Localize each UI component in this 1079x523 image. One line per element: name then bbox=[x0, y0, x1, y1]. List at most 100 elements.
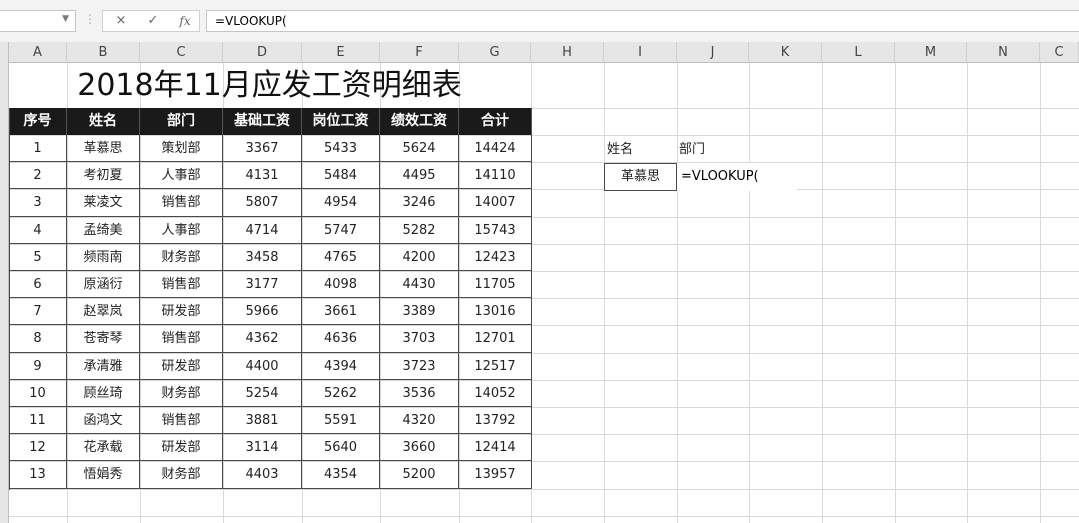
table-cell[interactable]: 7 bbox=[9, 298, 67, 326]
table-cell[interactable]: 顾丝琦 bbox=[67, 379, 140, 407]
table-header-cell[interactable]: 合计 bbox=[459, 108, 532, 135]
table-cell[interactable]: 13792 bbox=[459, 407, 532, 435]
table-cell[interactable]: 14052 bbox=[459, 379, 532, 407]
table-cell[interactable]: 13016 bbox=[459, 298, 532, 326]
table-header-cell[interactable]: 绩效工资 bbox=[380, 108, 459, 135]
table-cell[interactable]: 频雨南 bbox=[67, 243, 140, 271]
table-cell[interactable]: 3367 bbox=[223, 135, 302, 163]
table-cell[interactable]: 3723 bbox=[380, 352, 459, 380]
table-header-cell[interactable]: 序号 bbox=[9, 108, 67, 135]
table-cell[interactable]: 5591 bbox=[302, 407, 380, 435]
table-cell[interactable]: 研发部 bbox=[140, 298, 223, 326]
table-cell[interactable]: 4131 bbox=[223, 162, 302, 190]
table-cell[interactable]: 财务部 bbox=[140, 243, 223, 271]
table-cell[interactable]: 12 bbox=[9, 434, 67, 462]
table-cell[interactable]: 销售部 bbox=[140, 189, 223, 217]
table-cell[interactable]: 4714 bbox=[223, 216, 302, 244]
table-cell[interactable]: 12423 bbox=[459, 243, 532, 271]
table-header-cell[interactable]: 部门 bbox=[140, 108, 223, 135]
table-cell[interactable]: 4430 bbox=[380, 271, 459, 299]
table-cell[interactable]: 4354 bbox=[302, 461, 380, 489]
table-cell[interactable]: 4394 bbox=[302, 352, 380, 380]
table-cell[interactable]: 5640 bbox=[302, 434, 380, 462]
table-cell[interactable]: 销售部 bbox=[140, 325, 223, 353]
table-header-cell[interactable]: 岗位工资 bbox=[302, 108, 380, 135]
table-cell[interactable]: 12701 bbox=[459, 325, 532, 353]
table-cell[interactable]: 14007 bbox=[459, 189, 532, 217]
lookup-dept-label[interactable]: 部门 bbox=[676, 136, 748, 163]
table-cell[interactable]: 3536 bbox=[380, 379, 459, 407]
table-cell[interactable]: 5484 bbox=[302, 162, 380, 190]
table-header-cell[interactable]: 基础工资 bbox=[223, 108, 302, 135]
table-cell[interactable]: 莱凌文 bbox=[67, 189, 140, 217]
table-cell[interactable]: 4 bbox=[9, 216, 67, 244]
table-cell[interactable]: 4495 bbox=[380, 162, 459, 190]
table-cell[interactable]: 3703 bbox=[380, 325, 459, 353]
table-cell[interactable]: 赵翠岚 bbox=[67, 298, 140, 326]
table-cell[interactable]: 8 bbox=[9, 325, 67, 353]
lookup-formula-cell[interactable]: =VLOOKUP( bbox=[677, 163, 797, 191]
table-cell[interactable]: 5966 bbox=[223, 298, 302, 326]
table-cell[interactable]: 4362 bbox=[223, 325, 302, 353]
table-cell[interactable]: 函鸿文 bbox=[67, 407, 140, 435]
table-cell[interactable]: 孟绮美 bbox=[67, 216, 140, 244]
table-cell[interactable]: 3881 bbox=[223, 407, 302, 435]
table-cell[interactable]: 6 bbox=[9, 271, 67, 299]
table-cell[interactable]: 3177 bbox=[223, 271, 302, 299]
table-cell[interactable]: 研发部 bbox=[140, 434, 223, 462]
table-cell[interactable]: 5433 bbox=[302, 135, 380, 163]
table-cell[interactable]: 5282 bbox=[380, 216, 459, 244]
table-cell[interactable]: 4765 bbox=[302, 243, 380, 271]
table-cell[interactable]: 11 bbox=[9, 407, 67, 435]
table-cell[interactable]: 3660 bbox=[380, 434, 459, 462]
lookup-name-value[interactable]: 革慕思 bbox=[604, 163, 677, 191]
table-cell[interactable]: 3 bbox=[9, 189, 67, 217]
table-cell[interactable]: 考初夏 bbox=[67, 162, 140, 190]
table-cell[interactable]: 14424 bbox=[459, 135, 532, 163]
table-cell[interactable]: 5200 bbox=[380, 461, 459, 489]
table-cell[interactable]: 4200 bbox=[380, 243, 459, 271]
table-cell[interactable]: 5624 bbox=[380, 135, 459, 163]
sheet-title[interactable]: 2018年11月应发工资明细表 bbox=[9, 63, 530, 108]
table-cell[interactable]: 4954 bbox=[302, 189, 380, 217]
table-cell[interactable]: 5254 bbox=[223, 379, 302, 407]
table-cell[interactable]: 革慕思 bbox=[67, 135, 140, 163]
table-cell[interactable]: 5747 bbox=[302, 216, 380, 244]
table-cell[interactable]: 承清雅 bbox=[67, 352, 140, 380]
table-header-cell[interactable]: 姓名 bbox=[67, 108, 140, 135]
table-cell[interactable]: 5 bbox=[9, 243, 67, 271]
table-cell[interactable]: 15743 bbox=[459, 216, 532, 244]
table-cell[interactable]: 人事部 bbox=[140, 216, 223, 244]
table-cell[interactable]: 财务部 bbox=[140, 461, 223, 489]
table-cell[interactable]: 10 bbox=[9, 379, 67, 407]
table-cell[interactable]: 3246 bbox=[380, 189, 459, 217]
table-cell[interactable]: 12414 bbox=[459, 434, 532, 462]
table-cell[interactable]: 策划部 bbox=[140, 135, 223, 163]
table-cell[interactable]: 3661 bbox=[302, 298, 380, 326]
table-cell[interactable]: 14110 bbox=[459, 162, 532, 190]
table-cell[interactable]: 人事部 bbox=[140, 162, 223, 190]
table-cell[interactable]: 11705 bbox=[459, 271, 532, 299]
table-cell[interactable]: 销售部 bbox=[140, 407, 223, 435]
table-cell[interactable]: 4400 bbox=[223, 352, 302, 380]
table-cell[interactable]: 苍寄琴 bbox=[67, 325, 140, 353]
table-cell[interactable]: 4320 bbox=[380, 407, 459, 435]
table-cell[interactable]: 13957 bbox=[459, 461, 532, 489]
table-cell[interactable]: 财务部 bbox=[140, 379, 223, 407]
table-cell[interactable]: 4098 bbox=[302, 271, 380, 299]
table-cell[interactable]: 9 bbox=[9, 352, 67, 380]
table-cell[interactable]: 3458 bbox=[223, 243, 302, 271]
table-cell[interactable]: 悟娟秀 bbox=[67, 461, 140, 489]
table-cell[interactable]: 研发部 bbox=[140, 352, 223, 380]
table-cell[interactable]: 3114 bbox=[223, 434, 302, 462]
table-cell[interactable]: 4636 bbox=[302, 325, 380, 353]
table-cell[interactable]: 2 bbox=[9, 162, 67, 190]
table-cell[interactable]: 4403 bbox=[223, 461, 302, 489]
table-cell[interactable]: 12517 bbox=[459, 352, 532, 380]
table-cell[interactable]: 花承载 bbox=[67, 434, 140, 462]
table-cell[interactable]: 原涵衍 bbox=[67, 271, 140, 299]
table-cell[interactable]: 13 bbox=[9, 461, 67, 489]
table-cell[interactable]: 5262 bbox=[302, 379, 380, 407]
table-cell[interactable]: 3389 bbox=[380, 298, 459, 326]
table-cell[interactable]: 销售部 bbox=[140, 271, 223, 299]
